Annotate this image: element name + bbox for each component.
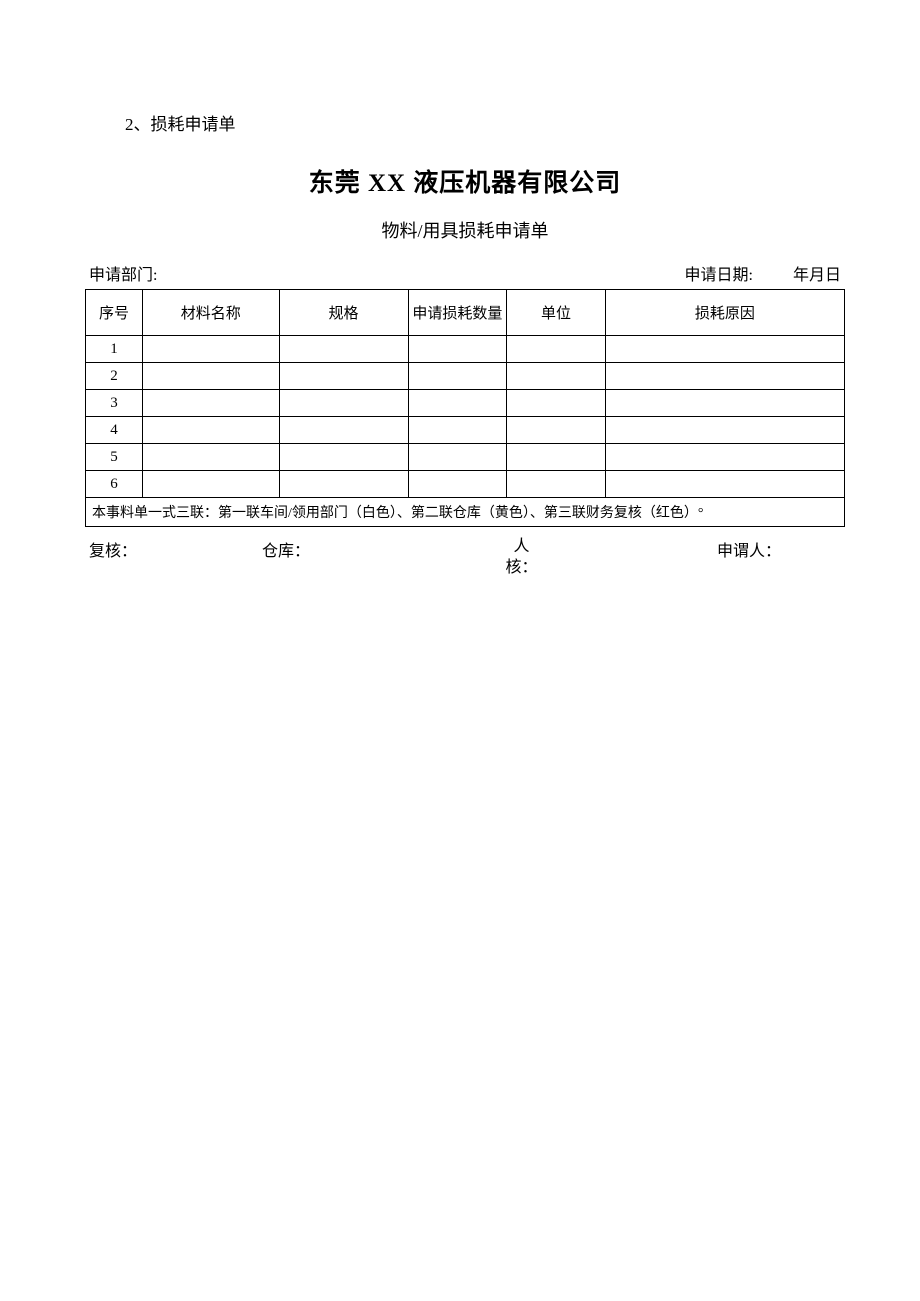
cell-name bbox=[142, 417, 279, 444]
company-title: 东莞 XX 液压机器有限公司 bbox=[85, 163, 845, 199]
cell-name bbox=[142, 363, 279, 390]
cell-reason bbox=[605, 444, 844, 471]
form-bottom-row: 复核： 仓库： 人 核： 申谓人： bbox=[85, 537, 845, 579]
header-name: 材料名称 bbox=[142, 290, 279, 336]
cell-spec bbox=[279, 363, 408, 390]
cell-name bbox=[142, 471, 279, 498]
form-top-row: 申请部门: 申请日期: 年月日 bbox=[85, 261, 845, 285]
table-footer-row: 本事料单一式三联：第一联车间/领用部门（白色）、第二联仓库（黄色）、第三联财务复… bbox=[86, 498, 845, 527]
header-unit: 单位 bbox=[507, 290, 606, 336]
dept-label: 申请部门: bbox=[89, 261, 685, 285]
header-reason: 损耗原因 bbox=[605, 290, 844, 336]
cell-reason bbox=[605, 336, 844, 363]
check-line1: 人 bbox=[435, 537, 608, 558]
form-title: 物料/用具损耗申请单 bbox=[85, 217, 845, 243]
cell-reason bbox=[605, 363, 844, 390]
cell-reason bbox=[605, 471, 844, 498]
table-row: 6 bbox=[86, 471, 845, 498]
cell-seq: 4 bbox=[86, 417, 143, 444]
cell-unit bbox=[507, 363, 606, 390]
cell-name bbox=[142, 390, 279, 417]
warehouse-label: 仓库： bbox=[262, 537, 435, 579]
cell-spec bbox=[279, 471, 408, 498]
cell-name bbox=[142, 336, 279, 363]
cell-qty bbox=[408, 336, 507, 363]
cell-seq: 1 bbox=[86, 336, 143, 363]
cell-spec bbox=[279, 336, 408, 363]
section-header: 2、损耗申请单 bbox=[125, 110, 845, 135]
applicant-label: 申谓人： bbox=[608, 537, 841, 579]
table-row: 4 bbox=[86, 417, 845, 444]
cell-seq: 6 bbox=[86, 471, 143, 498]
table-row: 2 bbox=[86, 363, 845, 390]
header-spec: 规格 bbox=[279, 290, 408, 336]
table-row: 5 bbox=[86, 444, 845, 471]
review-label: 复核： bbox=[89, 537, 262, 579]
cell-qty bbox=[408, 444, 507, 471]
cell-unit bbox=[507, 471, 606, 498]
cell-spec bbox=[279, 417, 408, 444]
table-row: 3 bbox=[86, 390, 845, 417]
cell-name bbox=[142, 444, 279, 471]
date-label: 申请日期: bbox=[685, 261, 753, 285]
cell-unit bbox=[507, 417, 606, 444]
cell-spec bbox=[279, 390, 408, 417]
date-value: 年月日 bbox=[793, 261, 841, 285]
cell-qty bbox=[408, 363, 507, 390]
cell-unit bbox=[507, 390, 606, 417]
table-row: 1 bbox=[86, 336, 845, 363]
cell-qty bbox=[408, 390, 507, 417]
cell-unit bbox=[507, 444, 606, 471]
footer-note: 本事料单一式三联：第一联车间/领用部门（白色）、第二联仓库（黄色）、第三联财务复… bbox=[86, 498, 845, 527]
header-qty: 申请损耗数量 bbox=[408, 290, 507, 336]
cell-unit bbox=[507, 336, 606, 363]
loss-request-table: 序号 材料名称 规格 申请损耗数量 单位 损耗原因 123456 本事料单一式三… bbox=[85, 289, 845, 527]
check-label: 人 核： bbox=[435, 537, 608, 579]
table-header-row: 序号 材料名称 规格 申请损耗数量 单位 损耗原因 bbox=[86, 290, 845, 336]
cell-reason bbox=[605, 390, 844, 417]
cell-seq: 3 bbox=[86, 390, 143, 417]
header-seq: 序号 bbox=[86, 290, 143, 336]
cell-qty bbox=[408, 471, 507, 498]
cell-seq: 5 bbox=[86, 444, 143, 471]
cell-qty bbox=[408, 417, 507, 444]
check-line2: 核： bbox=[435, 558, 608, 579]
cell-spec bbox=[279, 444, 408, 471]
cell-reason bbox=[605, 417, 844, 444]
cell-seq: 2 bbox=[86, 363, 143, 390]
